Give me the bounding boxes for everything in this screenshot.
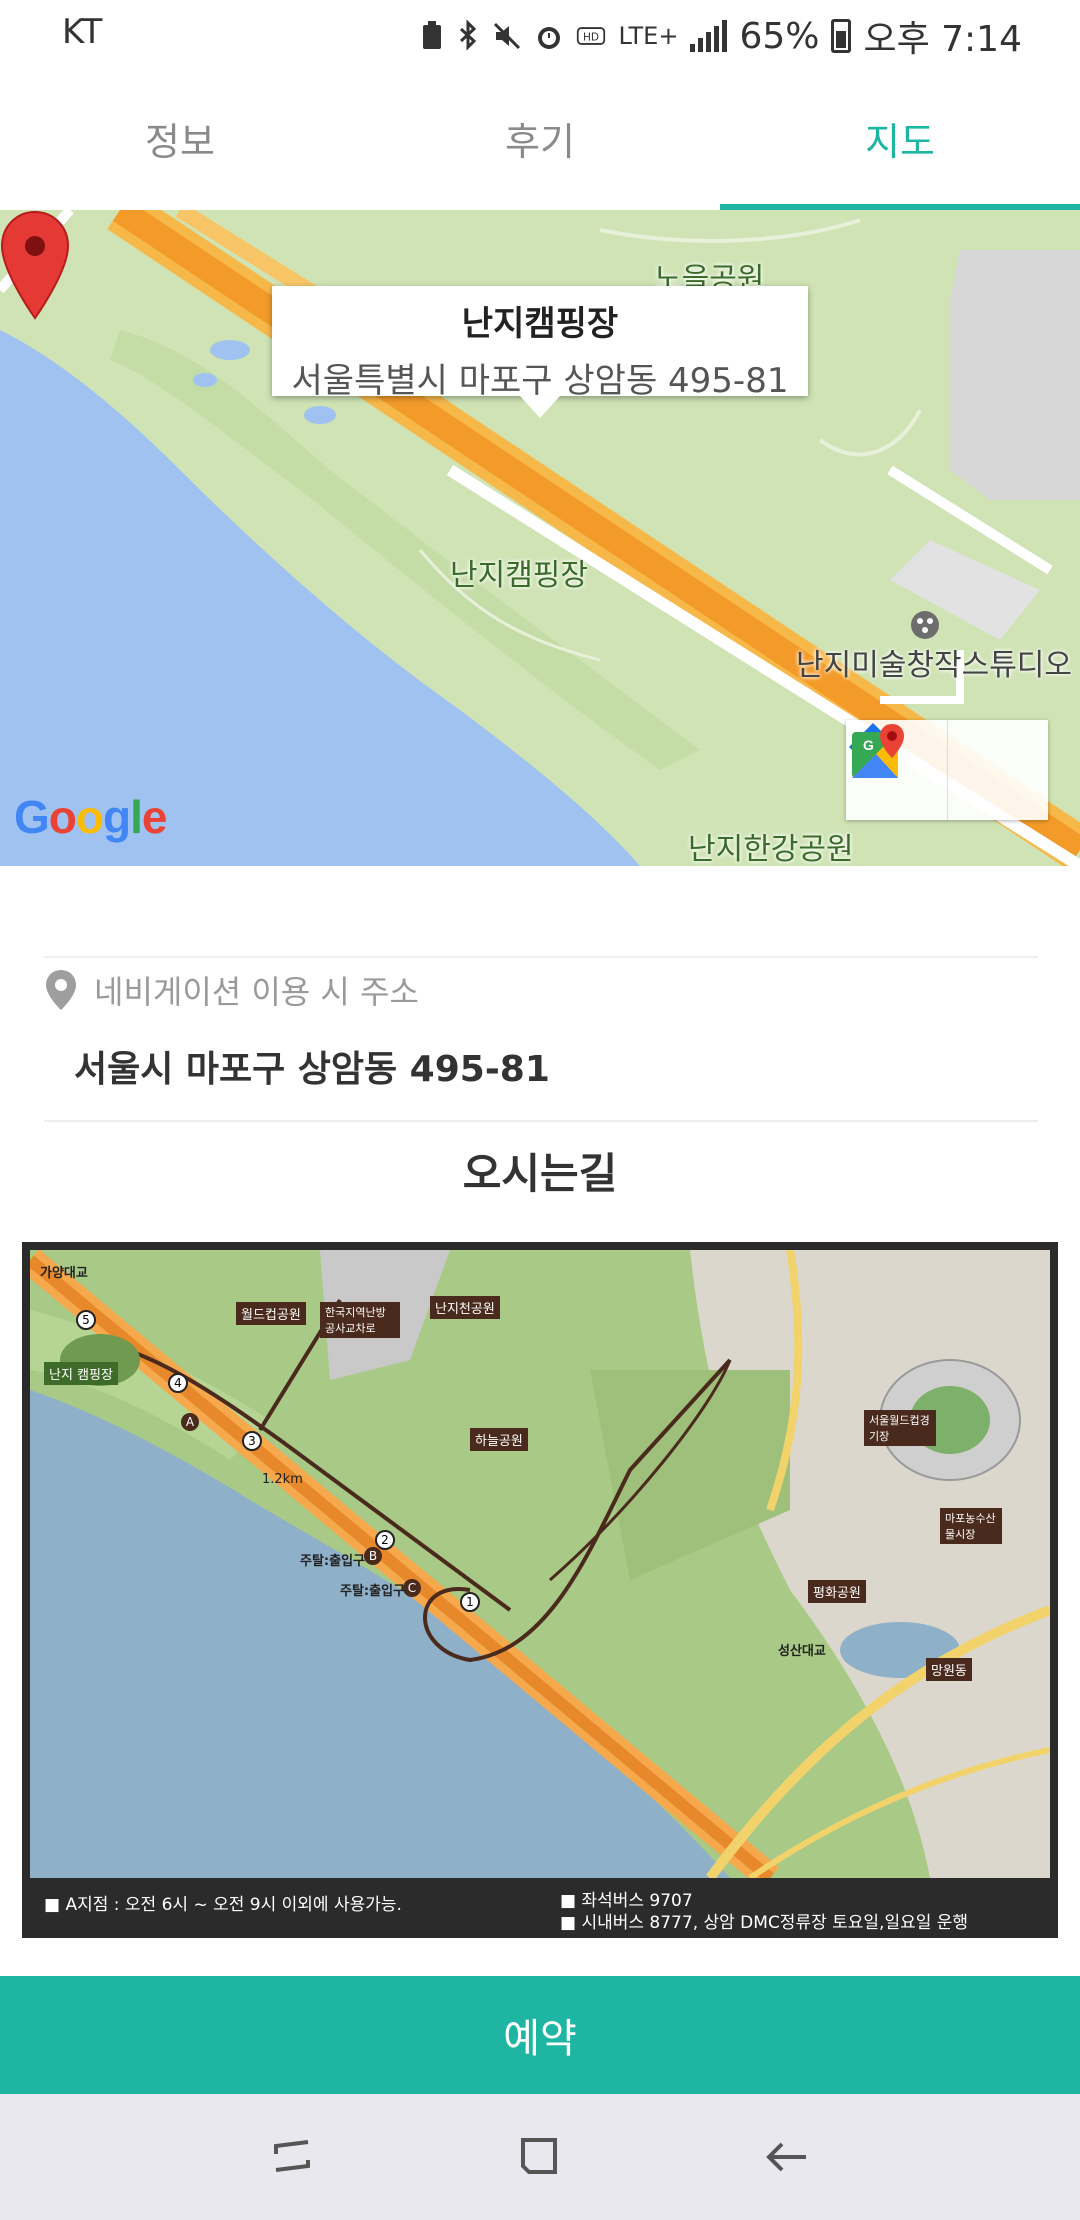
tab-info[interactable]: 정보 — [0, 66, 360, 210]
data-saver-icon — [423, 21, 442, 49]
recent-apps-button[interactable] — [263, 2127, 323, 2187]
svg-text:1: 1 — [466, 1595, 474, 1609]
back-button[interactable] — [757, 2127, 817, 2187]
recent-apps-icon — [274, 2140, 311, 2172]
dir-label-nanji-stream: 난지천공원 — [430, 1296, 500, 1319]
svg-text:4: 4 — [174, 1376, 182, 1390]
svg-text:HD: HD — [583, 31, 599, 43]
carrier-label: KT — [62, 12, 103, 52]
google-logo: Google — [14, 791, 167, 843]
dir-label-distance: 1.2km — [262, 1472, 303, 1487]
legend-point-a: ■ A지점 : 오전 6시 ~ 오전 9시 이외에 사용가능. — [44, 1895, 402, 1915]
map-label-studio: 난지미술창작스튜디오 — [796, 648, 1072, 683]
address-label-row: 네비게이션 이용 시 주소 — [44, 962, 1038, 1018]
reserve-button[interactable]: 예약 — [0, 1976, 1080, 2094]
location-pin-icon — [46, 970, 76, 1010]
svg-text:C: C — [408, 1581, 416, 1595]
status-icons: HD LTE+ 65% 오후 7:14 — [420, 10, 1022, 62]
google-map[interactable]: 노을공원 난지캠핑장 난지미술창작스튜디오 난지한강공원 난지캠핑장 서울특별시… — [0, 210, 1080, 866]
lte-indicator: LTE+ — [618, 22, 679, 50]
navigation-address-section: 네비게이션 이용 시 주소 서울시 마포구 상암동 495-81 — [44, 956, 1038, 1122]
dir-label-worldcup-park: 월드컵공원 — [236, 1302, 306, 1325]
divider — [44, 956, 1038, 958]
directions-map-image: 5 4 3 2 1 A B C 가양대교 난지 캠핑장 월드컵공원 한국지역난방… — [22, 1242, 1058, 1938]
svg-text:G: G — [863, 737, 874, 753]
svg-text:3: 3 — [248, 1434, 256, 1448]
dir-label-haneul: 하늘공원 — [470, 1428, 528, 1451]
info-window-address: 서울특별시 마포구 상암동 495-81 — [291, 361, 789, 401]
status-bar: KT HD LTE+ 65% 오후 7:14 — [0, 0, 1080, 66]
dir-label-entrance-b: 주탈:출입구 — [300, 1554, 365, 1569]
map-label-camp: 난지캠핑장 — [450, 558, 588, 593]
signal-icon — [690, 20, 728, 52]
svg-text:2: 2 — [381, 1533, 389, 1547]
dir-label-entrance-c: 주탈:출입구 — [340, 1584, 405, 1599]
map-label-hangang-park: 난지한강공원 — [688, 832, 854, 866]
divider — [44, 1120, 1038, 1122]
legend-bus-city: ■ 시내버스 8777, 상암 DMC정류장 토요일,일요일 운행 — [560, 1913, 969, 1933]
mute-icon — [494, 22, 521, 50]
map-marker-icon[interactable] — [0, 210, 70, 320]
alarm-icon — [538, 27, 561, 49]
directions-title: 오시는길 — [462, 1149, 618, 1198]
tab-reviews[interactable]: 후기 — [360, 66, 720, 210]
home-button[interactable] — [510, 2127, 570, 2187]
dir-label-camp: 난지 캠핑장 — [44, 1362, 118, 1385]
tab-map[interactable]: 지도 — [720, 66, 1080, 210]
system-nav-bar — [0, 2094, 1080, 2220]
battery-percent: 65% — [739, 15, 820, 57]
directions-map-graphic: 5 4 3 2 1 A B C — [30, 1250, 1050, 1878]
open-google-maps-button[interactable]: G — [852, 720, 1048, 820]
dir-label-mangwon: 망원동 — [926, 1658, 972, 1681]
dir-label-gayang: 가양대교 — [40, 1266, 88, 1281]
map-info-window[interactable]: 난지캠핑장 서울특별시 마포구 상암동 495-81 — [272, 286, 808, 418]
dir-label-seongsan: 성산대교 — [778, 1644, 826, 1659]
svg-text:A: A — [186, 1415, 195, 1429]
directions-legend: ■ A지점 : 오전 6시 ~ 오전 9시 이외에 사용가능. ■ 좌석버스 9… — [30, 1878, 1050, 1938]
address-value: 서울시 마포구 상암동 495-81 — [74, 1049, 550, 1090]
dir-label-peace: 평화공원 — [808, 1580, 866, 1603]
tab-bar: 정보 후기 지도 — [0, 66, 1080, 210]
directions-map-canvas: 5 4 3 2 1 A B C 가양대교 난지 캠핑장 월드컵공원 한국지역난방… — [30, 1250, 1050, 1878]
bluetooth-icon — [460, 19, 477, 51]
info-window-title: 난지캠핑장 — [461, 304, 619, 344]
address-label: 네비게이션 이용 시 주소 — [94, 973, 419, 1011]
svg-text:B: B — [369, 1549, 377, 1563]
battery-icon — [831, 19, 852, 53]
dir-label-stadium: 서울월드컵경기장 — [864, 1410, 936, 1446]
dir-label-heating-intersection: 한국지역난방공사교차로 — [320, 1302, 400, 1338]
clock: 오후 7:14 — [863, 19, 1022, 60]
svg-text:5: 5 — [82, 1313, 90, 1327]
hd-icon: HD — [577, 27, 606, 45]
map-toolbar: G — [846, 720, 1048, 820]
home-icon — [520, 2138, 557, 2174]
dir-label-market: 마포농수산물시장 — [940, 1508, 1002, 1544]
google-maps-icon: G — [852, 724, 904, 778]
back-icon — [765, 2142, 806, 2172]
